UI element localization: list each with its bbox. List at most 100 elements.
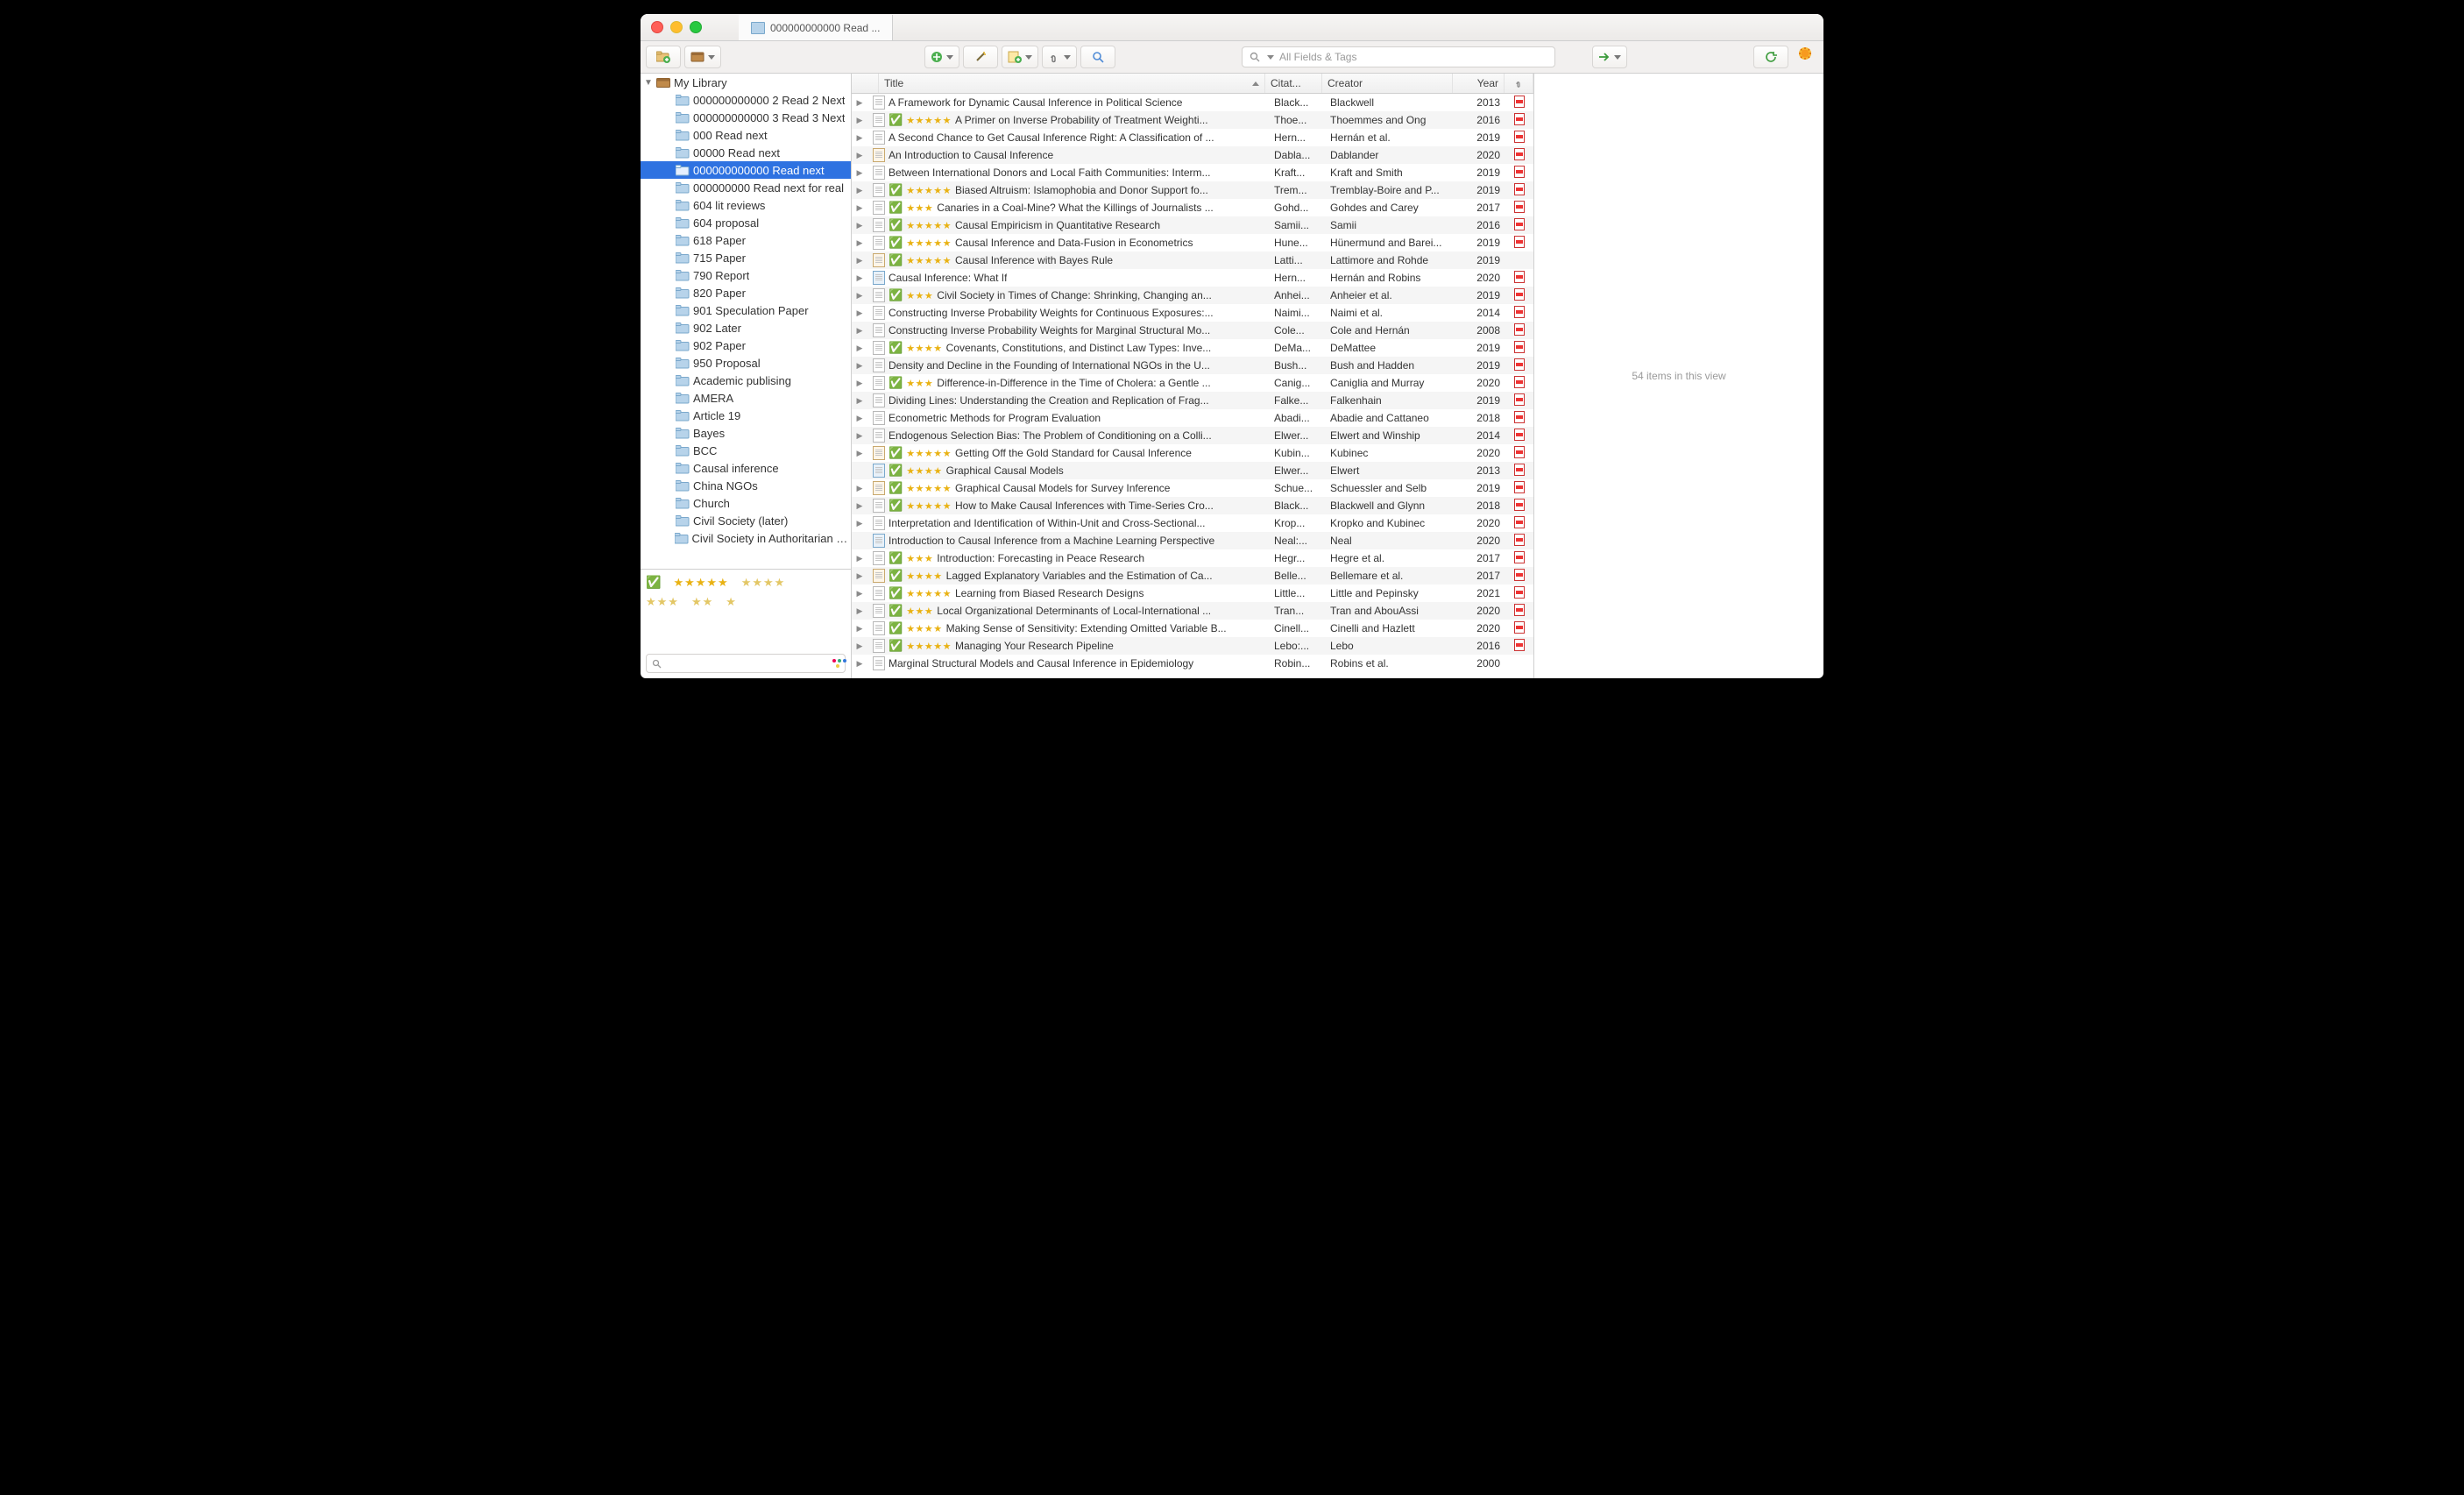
- disclosure-triangle-icon[interactable]: ▶: [852, 221, 867, 230]
- item-title-cell[interactable]: Constructing Inverse Probability Weights…: [867, 323, 1269, 337]
- sidebar-collection[interactable]: AMERA: [641, 389, 851, 407]
- tag-five-stars[interactable]: ★★★★★: [673, 576, 728, 590]
- disclosure-triangle-icon[interactable]: ▶: [852, 133, 867, 143]
- item-row[interactable]: ▶✅★★★★★Biased Altruism: Islamophobia and…: [852, 181, 1533, 199]
- sync-button[interactable]: [1753, 46, 1788, 68]
- item-row[interactable]: ▶✅★★★★★Getting Off the Gold Standard for…: [852, 444, 1533, 462]
- item-row[interactable]: Introduction to Causal Inference from a …: [852, 532, 1533, 549]
- item-title-cell[interactable]: Between International Donors and Local F…: [867, 166, 1269, 180]
- sync-error-icon[interactable]: [1797, 46, 1813, 68]
- item-title-cell[interactable]: ✅★★★★★Graphical Causal Models for Survey…: [867, 481, 1269, 495]
- sidebar-collection[interactable]: 604 lit reviews: [641, 196, 851, 214]
- item-row[interactable]: ▶An Introduction to Causal InferenceDabl…: [852, 146, 1533, 164]
- item-row[interactable]: ▶✅★★★★★Managing Your Research PipelineLe…: [852, 637, 1533, 655]
- disclosure-triangle-icon[interactable]: ▶: [852, 151, 867, 160]
- item-title-cell[interactable]: Constructing Inverse Probability Weights…: [867, 306, 1269, 320]
- sidebar-collection[interactable]: 000000000 Read next for real: [641, 179, 851, 196]
- sidebar-collection[interactable]: 950 Proposal: [641, 354, 851, 372]
- library-root[interactable]: ▼My Library: [641, 74, 851, 91]
- item-title-cell[interactable]: ✅★★★★Making Sense of Sensitivity: Extend…: [867, 621, 1269, 635]
- sidebar-collection[interactable]: 820 Paper: [641, 284, 851, 301]
- sidebar-collection[interactable]: 000000000000 3 Read 3 Next: [641, 109, 851, 126]
- item-row[interactable]: ▶✅★★★Local Organizational Determinants o…: [852, 602, 1533, 620]
- minimize-window-button[interactable]: [670, 21, 683, 33]
- item-title-cell[interactable]: ✅★★★★Graphical Causal Models: [867, 464, 1269, 478]
- disclosure-triangle-icon[interactable]: ▶: [852, 414, 867, 423]
- item-row[interactable]: ▶Dividing Lines: Understanding the Creat…: [852, 392, 1533, 409]
- sidebar-collection[interactable]: 00000 Read next: [641, 144, 851, 161]
- disclosure-triangle-icon[interactable]: ▶: [852, 379, 867, 388]
- close-window-button[interactable]: [651, 21, 663, 33]
- disclosure-triangle-icon[interactable]: ▶: [852, 291, 867, 301]
- disclosure-triangle-icon[interactable]: ▶: [852, 326, 867, 336]
- item-title-cell[interactable]: Econometric Methods for Program Evaluati…: [867, 411, 1269, 425]
- sidebar-collection[interactable]: 901 Speculation Paper: [641, 301, 851, 319]
- item-title-cell[interactable]: ✅★★★Introduction: Forecasting in Peace R…: [867, 551, 1269, 565]
- disclosure-triangle-icon[interactable]: ▶: [852, 396, 867, 406]
- tag-two-stars[interactable]: ★★: [691, 595, 713, 609]
- disclosure-triangle-icon[interactable]: ▶: [852, 186, 867, 195]
- sidebar-collection[interactable]: 902 Paper: [641, 337, 851, 354]
- item-title-cell[interactable]: ✅★★★★★Managing Your Research Pipeline: [867, 639, 1269, 653]
- disclosure-triangle-icon[interactable]: ▶: [852, 606, 867, 616]
- locate-button[interactable]: [1592, 46, 1627, 68]
- sidebar-collection[interactable]: 902 Later: [641, 319, 851, 337]
- sidebar-collection[interactable]: 790 Report: [641, 266, 851, 284]
- quick-search-input[interactable]: All Fields & Tags: [1242, 46, 1555, 67]
- item-title-cell[interactable]: ✅★★★★★Learning from Biased Research Desi…: [867, 586, 1269, 600]
- item-title-cell[interactable]: Interpretation and Identification of Wit…: [867, 516, 1269, 530]
- item-title-cell[interactable]: ✅★★★★Lagged Explanatory Variables and th…: [867, 569, 1269, 583]
- disclosure-triangle-icon[interactable]: ▶: [852, 238, 867, 248]
- item-row[interactable]: ▶A Second Chance to Get Causal Inference…: [852, 129, 1533, 146]
- item-row[interactable]: ▶✅★★★Canaries in a Coal-Mine? What the K…: [852, 199, 1533, 216]
- item-row[interactable]: ▶Between International Donors and Local …: [852, 164, 1533, 181]
- disclosure-triangle-icon[interactable]: ▶: [852, 273, 867, 283]
- item-row[interactable]: ▶Econometric Methods for Program Evaluat…: [852, 409, 1533, 427]
- disclosure-triangle-icon[interactable]: ▶: [852, 624, 867, 634]
- disclosure-triangle-icon[interactable]: ▶: [852, 449, 867, 458]
- disclosure-triangle-icon[interactable]: ▶: [852, 659, 867, 669]
- item-title-cell[interactable]: A Second Chance to Get Causal Inference …: [867, 131, 1269, 145]
- collections-tree[interactable]: ▼My Library000000000000 2 Read 2 Next000…: [641, 74, 851, 569]
- item-row[interactable]: ▶Constructing Inverse Probability Weight…: [852, 304, 1533, 322]
- item-title-cell[interactable]: An Introduction to Causal Inference: [867, 148, 1269, 162]
- tag-menu-icon[interactable]: [832, 659, 839, 668]
- item-title-cell[interactable]: Density and Decline in the Founding of I…: [867, 358, 1269, 372]
- sidebar-collection[interactable]: Civil Society in Authoritarian Re...: [641, 529, 851, 547]
- item-row[interactable]: ▶✅★★★★★A Primer on Inverse Probability o…: [852, 111, 1533, 129]
- disclosure-triangle-icon[interactable]: ▶: [852, 571, 867, 581]
- item-title-cell[interactable]: ✅★★★Local Organizational Determinants of…: [867, 604, 1269, 618]
- item-title-cell[interactable]: Causal Inference: What If: [867, 271, 1269, 285]
- item-title-cell[interactable]: ✅★★★★★Causal Inference and Data-Fusion i…: [867, 236, 1269, 250]
- column-header-attachment[interactable]: [1505, 74, 1533, 93]
- item-row[interactable]: ▶✅★★★★★Causal Inference with Bayes RuleL…: [852, 252, 1533, 269]
- item-title-cell[interactable]: Marginal Structural Models and Causal In…: [867, 656, 1269, 670]
- sidebar-collection[interactable]: 000000000000 2 Read 2 Next: [641, 91, 851, 109]
- items-list[interactable]: ▶A Framework for Dynamic Causal Inferenc…: [852, 94, 1533, 678]
- item-title-cell[interactable]: ✅★★★★★How to Make Causal Inferences with…: [867, 499, 1269, 513]
- item-row[interactable]: ▶✅★★★Introduction: Forecasting in Peace …: [852, 549, 1533, 567]
- add-by-identifier-button[interactable]: [963, 46, 998, 68]
- disclosure-triangle-icon[interactable]: ▶: [852, 98, 867, 108]
- item-title-cell[interactable]: ✅★★★★★Getting Off the Gold Standard for …: [867, 446, 1269, 460]
- tag-one-star[interactable]: ★: [726, 595, 737, 609]
- item-title-cell[interactable]: ✅★★★★★Causal Empiricism in Quantitative …: [867, 218, 1269, 232]
- item-row[interactable]: ▶✅★★★★Making Sense of Sensitivity: Exten…: [852, 620, 1533, 637]
- item-title-cell[interactable]: ✅★★★★★A Primer on Inverse Probability of…: [867, 113, 1269, 127]
- item-row[interactable]: ▶✅★★★Civil Society in Times of Change: S…: [852, 287, 1533, 304]
- item-row[interactable]: ✅★★★★Graphical Causal ModelsElwer...Elwe…: [852, 462, 1533, 479]
- disclosure-triangle-icon[interactable]: ▶: [852, 501, 867, 511]
- column-header-year[interactable]: Year: [1453, 74, 1505, 93]
- sidebar-collection[interactable]: 604 proposal: [641, 214, 851, 231]
- item-row[interactable]: ▶Endogenous Selection Bias: The Problem …: [852, 427, 1533, 444]
- disclosure-triangle-icon[interactable]: ▶: [852, 431, 867, 441]
- tag-three-stars[interactable]: ★★★: [646, 595, 679, 609]
- item-row[interactable]: ▶Interpretation and Identification of Wi…: [852, 514, 1533, 532]
- tag-checkbox-icon[interactable]: ✅: [646, 575, 661, 590]
- sidebar-collection[interactable]: Causal inference: [641, 459, 851, 477]
- item-row[interactable]: ▶✅★★★★★Causal Inference and Data-Fusion …: [852, 234, 1533, 252]
- item-title-cell[interactable]: ✅★★★Difference-in-Difference in the Time…: [867, 376, 1269, 390]
- disclosure-triangle-icon[interactable]: ▶: [852, 256, 867, 266]
- disclosure-triangle-icon[interactable]: ▶: [852, 484, 867, 493]
- disclosure-triangle-icon[interactable]: ▶: [852, 344, 867, 353]
